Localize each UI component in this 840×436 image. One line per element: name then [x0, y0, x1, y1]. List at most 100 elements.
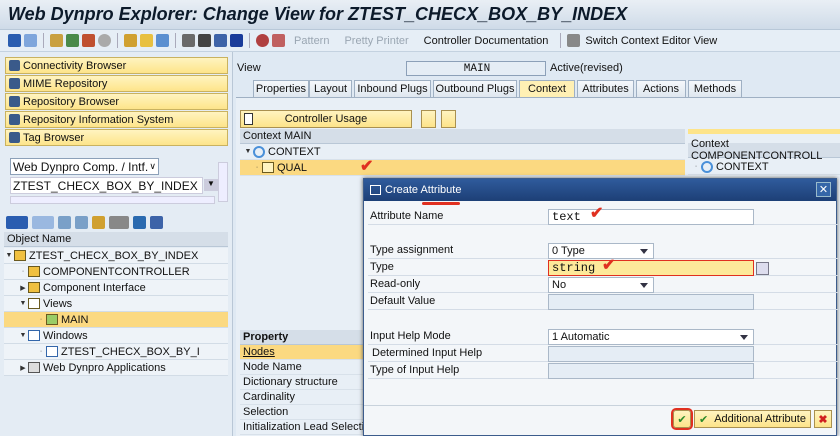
tab-actions[interactable]: Actions	[636, 80, 686, 97]
tree-item-component[interactable]: ▼ ZTEST_CHECX_BOX_BY_INDEX	[4, 248, 228, 264]
refresh-icon[interactable]	[133, 216, 146, 229]
tree-label: Web Dynpro Applications	[43, 361, 166, 374]
test-icon[interactable]	[272, 34, 285, 47]
checkmark-icon: ✔	[677, 413, 687, 426]
expand-toggle[interactable]: ▼	[18, 332, 28, 339]
left-navigation-panel: Connectivity Browser MIME Repository Rep…	[0, 52, 233, 436]
table-icon[interactable]	[214, 34, 227, 47]
add-mapping-button[interactable]	[441, 110, 456, 128]
where-used-icon[interactable]	[98, 34, 111, 47]
view-label: View	[237, 62, 261, 74]
tab-methods[interactable]: Methods	[688, 80, 742, 97]
tab-inbound-plugs[interactable]: Inbound Plugs	[354, 80, 431, 97]
application-icon	[28, 362, 40, 373]
cc-context-root-row[interactable]: · CONTEXT	[688, 159, 840, 175]
window-icon	[46, 346, 58, 357]
read-only-select[interactable]: No	[548, 277, 654, 293]
annotation-underline	[422, 202, 460, 205]
switch-context-editor-button[interactable]: Switch Context Editor View	[583, 35, 723, 47]
expand-toggle[interactable]: ▼	[18, 300, 28, 307]
connectivity-browser-button[interactable]: Connectivity Browser	[5, 57, 228, 74]
cancel-button[interactable]: ✖	[814, 410, 832, 428]
property-row[interactable]: Dictionary structure	[240, 375, 364, 390]
tree-label: Windows	[43, 329, 88, 342]
expand-toggle[interactable]: ▶	[18, 364, 28, 372]
view-name-field: MAIN	[406, 61, 546, 76]
pattern-button[interactable]: Pattern	[288, 35, 335, 47]
continue-button[interactable]: ✔	[671, 408, 693, 430]
type-input[interactable]: string	[548, 260, 754, 276]
collapse-icon[interactable]	[75, 216, 88, 229]
tree-toolbar	[6, 216, 163, 229]
tree-item-window[interactable]: · ZTEST_CHECX_BOX_BY_I	[4, 344, 228, 360]
move-icon[interactable]	[156, 34, 169, 47]
tree-header: Object Name	[4, 232, 228, 247]
dialog-icon	[370, 185, 381, 195]
tree-item-component-interface[interactable]: ▶ Component Interface	[4, 280, 228, 296]
close-icon[interactable]: ✕	[816, 182, 831, 197]
property-row[interactable]: Initialization Lead Selection	[240, 420, 364, 435]
tab-properties[interactable]: Properties	[253, 80, 309, 97]
info-icon[interactable]	[230, 34, 243, 47]
tree-item-views[interactable]: ▼ Views	[4, 296, 228, 312]
list-icon[interactable]	[198, 34, 211, 47]
tree-item-applications[interactable]: ▶ Web Dynpro Applications	[4, 360, 228, 376]
edit-icon[interactable]	[50, 34, 63, 47]
hierarchy-icon[interactable]	[124, 34, 137, 47]
title-bar: Web Dynpro Explorer: Change View for ZTE…	[0, 0, 840, 30]
pretty-printer-button[interactable]: Pretty Printer	[338, 35, 414, 47]
forward-icon[interactable]	[32, 216, 54, 229]
property-row[interactable]: Selection	[240, 405, 364, 420]
type-assignment-select[interactable]: 0 Type	[548, 243, 654, 259]
controller-usage-button[interactable]: Controller Usage	[240, 110, 412, 128]
input-help-mode-select[interactable]: 1 Automatic	[548, 329, 754, 345]
repository-browser-button[interactable]: Repository Browser	[5, 93, 228, 110]
expand-icon[interactable]	[58, 216, 71, 229]
activate-icon[interactable]	[82, 34, 95, 47]
document-icon	[244, 113, 253, 125]
mapping-button[interactable]	[421, 110, 436, 128]
default-value-input[interactable]	[548, 294, 754, 310]
display-object-icon[interactable]	[109, 216, 129, 229]
tree-item-main[interactable]: · MAIN	[4, 312, 228, 328]
property-row[interactable]: Node Name	[240, 360, 364, 375]
property-row[interactable]: Nodes	[240, 345, 364, 360]
tree-item-windows[interactable]: ▼ Windows	[4, 328, 228, 344]
tab-attributes[interactable]: Attributes	[577, 80, 634, 97]
chevron-down-icon: ∨	[149, 161, 156, 171]
property-row[interactable]: Cardinality	[240, 390, 364, 405]
forward-icon[interactable]	[24, 34, 37, 47]
horizontal-scrollbar[interactable]	[10, 196, 215, 204]
object-name-input[interactable]: ZTEST_CHECX_BOX_BY_INDEX	[10, 177, 203, 194]
vertical-scrollbar[interactable]	[218, 162, 228, 202]
close-icon[interactable]	[150, 216, 163, 229]
value-help-icon[interactable]	[756, 262, 769, 275]
expand-toggle[interactable]: ▶	[18, 284, 28, 292]
type-of-input-help-field	[548, 363, 754, 379]
magic-icon[interactable]	[140, 34, 153, 47]
controller-documentation-button[interactable]: Controller Documentation	[418, 35, 555, 47]
attribute-name-input[interactable]: text	[548, 209, 754, 225]
display-icon[interactable]	[256, 34, 269, 47]
application-toolbar: Pattern Pretty Printer Controller Docume…	[0, 30, 840, 52]
back-icon[interactable]	[6, 216, 28, 229]
mime-icon	[9, 78, 20, 89]
tag-browser-button[interactable]: Tag Browser	[5, 129, 228, 146]
dialog-title-bar[interactable]: Create Attribute ✕	[364, 179, 836, 201]
value-help-dropdown[interactable]: ▼	[204, 179, 218, 191]
context-root-row[interactable]: ▼ CONTEXT	[240, 144, 685, 160]
tab-layout[interactable]: Layout	[309, 80, 352, 97]
tree-item-componentcontroller[interactable]: · COMPONENTCONTROLLER	[4, 264, 228, 280]
tab-context[interactable]: Context	[519, 80, 575, 97]
repository-info-system-button[interactable]: Repository Information System	[5, 111, 228, 128]
tab-outbound-plugs[interactable]: Outbound Plugs	[433, 80, 517, 97]
check-icon[interactable]	[66, 34, 79, 47]
hierarchy-icon[interactable]	[92, 216, 105, 229]
mime-repository-button[interactable]: MIME Repository	[5, 75, 228, 92]
tree-icon[interactable]	[182, 34, 195, 47]
context-node-qual[interactable]: · QUAL	[240, 160, 685, 176]
additional-attribute-button[interactable]: ✔ Additional Attribute	[694, 410, 811, 428]
back-icon[interactable]	[8, 34, 21, 47]
object-type-select[interactable]: Web Dynpro Comp. / Intf. ∨	[10, 158, 159, 175]
expand-toggle[interactable]: ▼	[4, 252, 14, 259]
